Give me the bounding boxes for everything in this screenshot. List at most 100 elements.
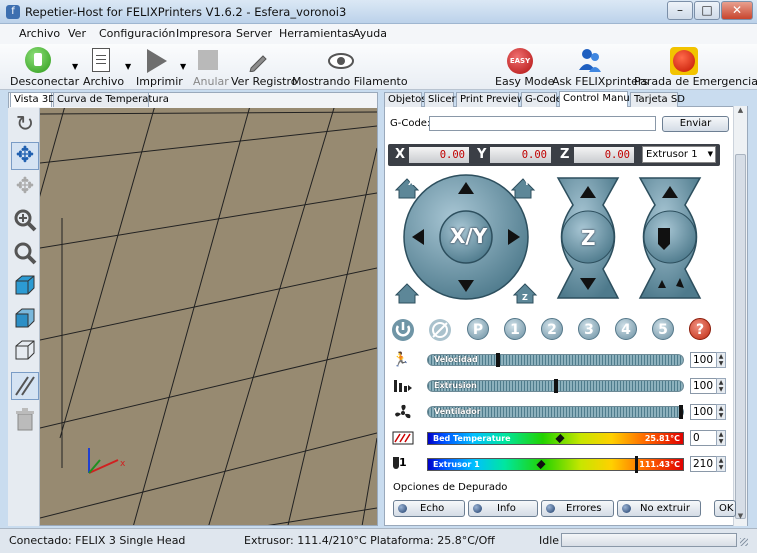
- errors-toggle[interactable]: Errores: [541, 500, 614, 517]
- echo-label: Echo: [420, 503, 445, 514]
- tab-objetos[interactable]: Objetos: [384, 92, 426, 107]
- home-y-label[interactable]: Y: [524, 178, 530, 187]
- bed-target-stepper[interactable]: ▲ ▼: [716, 430, 726, 446]
- file-dropdown-icon[interactable]: ▼: [125, 62, 131, 71]
- bed-heater-icon[interactable]: [392, 430, 414, 446]
- echo-toggle[interactable]: Echo: [393, 500, 465, 517]
- fan-slider-thumb[interactable]: [679, 405, 683, 419]
- home-x-label[interactable]: X: [408, 178, 414, 187]
- preset-4-button[interactable]: 4: [615, 318, 637, 340]
- pencil-icon: [247, 50, 269, 73]
- z-label[interactable]: Z: [581, 226, 596, 250]
- tab-gcode[interactable]: G-Code: [521, 92, 562, 107]
- home-z-label[interactable]: Z: [522, 293, 528, 302]
- emergency-stop-button[interactable]: Parada de Emergencia: [634, 46, 757, 88]
- preset-5-button[interactable]: 5: [652, 318, 674, 340]
- ok-toggle[interactable]: OK: [714, 500, 736, 517]
- extrusion-stepper[interactable]: ▲ ▼: [716, 378, 726, 394]
- extruder-select[interactable]: Extrusor 1 ▼: [642, 146, 716, 163]
- menu-archivo[interactable]: Archivo: [19, 27, 60, 40]
- bed-target-marker[interactable]: [555, 433, 565, 444]
- preset-1-button[interactable]: 1: [504, 318, 526, 340]
- xy-label[interactable]: X/Y: [450, 224, 487, 248]
- cancel-button[interactable]: Anular: [192, 46, 229, 88]
- extruder-target-marker[interactable]: [635, 456, 638, 473]
- tab-slicer[interactable]: Slicer: [424, 92, 456, 107]
- fan-label: Ventilador: [434, 407, 481, 416]
- park-button[interactable]: P: [467, 318, 489, 340]
- menu-bar: Archivo Ver Configuración Impresora Serv…: [0, 24, 757, 44]
- scroll-thumb[interactable]: [735, 154, 746, 519]
- fan-slider[interactable]: Ventilador: [427, 405, 684, 419]
- extruder-temperature-bar[interactable]: Extrusor 1 111.43°C: [427, 456, 684, 473]
- file-button[interactable]: Archivo: [82, 46, 124, 88]
- tab-curva-temperatura[interactable]: Curva de Temperatura: [53, 92, 169, 107]
- zoom-in-icon[interactable]: [13, 208, 37, 232]
- ask-felix-button[interactable]: Ask FELIXprinters: [552, 46, 648, 88]
- menu-herramientas[interactable]: Herramientas: [279, 27, 354, 40]
- tab-vista-3d[interactable]: Vista 3D: [10, 92, 56, 107]
- menu-ayuda[interactable]: Ayuda: [353, 27, 387, 40]
- disconnect-button[interactable]: Desconectar: [10, 46, 79, 88]
- close-button[interactable]: ✕: [721, 1, 753, 20]
- help-button[interactable]: ?: [689, 318, 711, 340]
- extruder-heater-icon[interactable]: 1: [393, 456, 415, 472]
- power-icon[interactable]: [391, 318, 415, 342]
- show-filament-button[interactable]: Mostrando Filamento: [292, 46, 408, 88]
- move-object-icon[interactable]: ✥: [13, 176, 37, 200]
- speed-slider[interactable]: Velocidad: [427, 353, 684, 367]
- easy-mode-button[interactable]: EASY Easy Mode: [495, 46, 554, 88]
- vertical-scrollbar[interactable]: ▲ ▼: [733, 106, 747, 526]
- info-toggle[interactable]: Info: [468, 500, 538, 517]
- echo-indicator: [398, 504, 407, 513]
- minimize-button[interactable]: –: [667, 1, 693, 20]
- extruder-current-marker: [536, 459, 546, 470]
- fan-off-icon[interactable]: [428, 318, 452, 342]
- menu-configuracion[interactable]: Configuración: [99, 27, 175, 40]
- print-bed-grid: x: [40, 108, 377, 525]
- tab-print-preview[interactable]: Print Preview: [456, 92, 525, 107]
- tab-tarjeta-sd[interactable]: Tarjeta SD: [630, 92, 685, 107]
- view-log-button[interactable]: Ver Registro: [231, 46, 297, 88]
- cancel-label: Anular: [193, 75, 229, 88]
- show-filament-label: Mostrando Filamento: [292, 75, 408, 88]
- extrusion-slider-thumb[interactable]: [554, 379, 558, 393]
- speed-stepper[interactable]: ▲ ▼: [716, 352, 726, 368]
- fan-icon: [393, 404, 413, 420]
- connection-status: Conectado: FELIX 3 Single Head: [9, 534, 186, 547]
- preset-2-button[interactable]: 2: [541, 318, 563, 340]
- disconnect-dropdown-icon[interactable]: ▼: [72, 62, 78, 71]
- tab-control-manual[interactable]: Control Manual: [559, 91, 639, 107]
- zoom-fit-icon[interactable]: [13, 241, 37, 265]
- resize-grip-icon[interactable]: [740, 538, 748, 546]
- 3d-viewport[interactable]: x: [40, 108, 377, 525]
- view-front-icon[interactable]: [13, 306, 37, 330]
- maximize-button[interactable]: □: [694, 1, 720, 20]
- rotate-icon[interactable]: ↻: [13, 114, 37, 138]
- move-icon[interactable]: ✥: [11, 142, 39, 170]
- print-dropdown-icon[interactable]: ▼: [180, 62, 186, 71]
- print-button[interactable]: Imprimir: [135, 46, 183, 88]
- preset-3-button[interactable]: 3: [578, 318, 600, 340]
- extrusion-slider[interactable]: Extrusion: [427, 379, 684, 393]
- extruder-target-stepper[interactable]: ▲ ▼: [716, 456, 726, 472]
- view-top-icon[interactable]: [13, 338, 37, 362]
- menu-impresora[interactable]: Impresora: [176, 27, 232, 40]
- view-iso-icon[interactable]: [13, 273, 37, 297]
- home-all-icon: [394, 283, 420, 304]
- scroll-up-icon[interactable]: ▲: [735, 106, 746, 118]
- scroll-down-icon[interactable]: ▼: [735, 512, 746, 524]
- speed-slider-thumb[interactable]: [496, 353, 500, 367]
- trash-icon[interactable]: [15, 408, 35, 432]
- no-extrude-toggle[interactable]: No extruir: [617, 500, 701, 517]
- fan-stepper[interactable]: ▲ ▼: [716, 404, 726, 420]
- emergency-stop-label: Parada de Emergencia: [634, 75, 757, 88]
- send-button[interactable]: Enviar: [662, 116, 729, 132]
- gcode-input[interactable]: [429, 116, 656, 131]
- extruder-heater-number: 1: [399, 456, 407, 469]
- parallel-view-icon[interactable]: [11, 372, 39, 400]
- menu-server[interactable]: Server: [236, 27, 272, 40]
- bed-temperature-bar[interactable]: Bed Temperature 25.81°C: [427, 432, 684, 445]
- temperature-status: Extrusor: 111.4/210°C Plataforma: 25.8°C…: [244, 534, 495, 547]
- menu-ver[interactable]: Ver: [68, 27, 86, 40]
